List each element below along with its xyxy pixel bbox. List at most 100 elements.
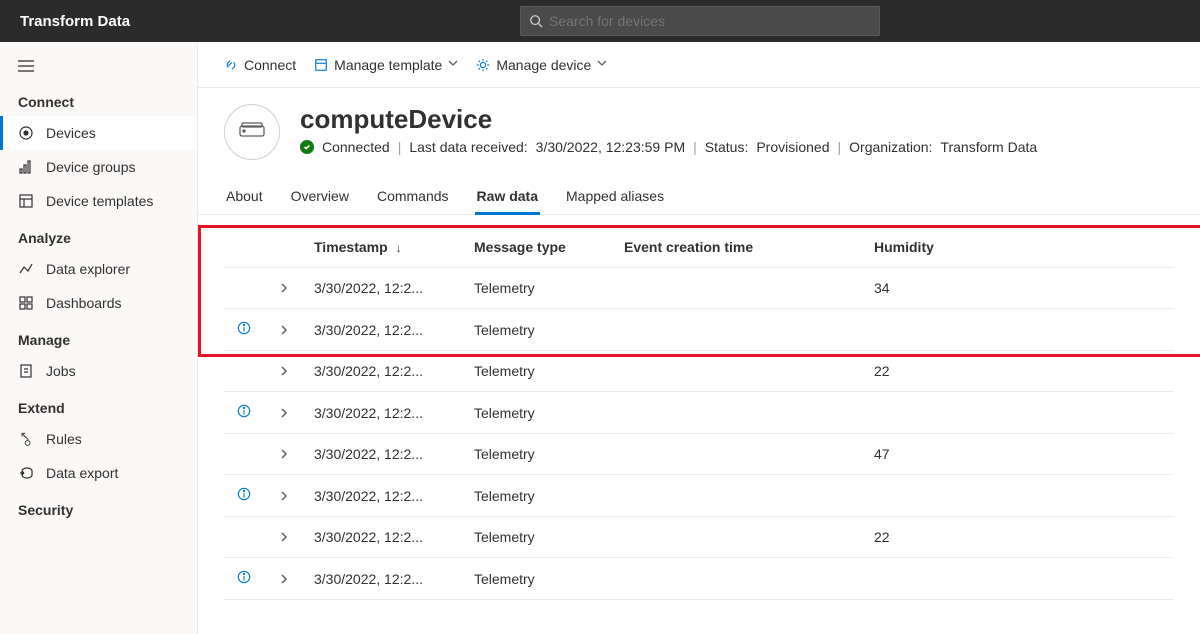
sidebar-item-label: Device groups [46, 159, 136, 175]
table-row[interactable]: 3/30/2022, 12:2...Telemetry [224, 392, 1174, 434]
expand-icon[interactable] [279, 532, 289, 542]
expand-icon[interactable] [279, 449, 289, 459]
app-title: Transform Data [20, 13, 130, 30]
sidebar-item-label: Jobs [46, 363, 76, 379]
cell-humidity: 22 [864, 517, 1174, 558]
status-value: Provisioned [756, 139, 829, 155]
chevron-down-icon [448, 58, 458, 71]
table-wrap: Timestamp ↓ Message type Event creation … [198, 215, 1200, 634]
tab-raw-data[interactable]: Raw data [475, 178, 540, 214]
device-avatar [224, 104, 280, 160]
sidebar-section-title: Analyze [0, 218, 197, 252]
status-label: Status: [705, 139, 749, 155]
table-row[interactable]: 3/30/2022, 12:2...Telemetry [224, 475, 1174, 517]
info-icon[interactable] [237, 404, 251, 418]
divider: | [838, 139, 842, 155]
tab-mapped-aliases[interactable]: Mapped aliases [564, 178, 666, 214]
manage-device-action[interactable]: Manage device [476, 57, 607, 73]
sidebar-item-devices[interactable]: Devices [0, 116, 197, 150]
tab-commands[interactable]: Commands [375, 178, 451, 214]
manage-template-icon [314, 58, 328, 72]
table-row[interactable]: 3/30/2022, 12:2...Telemetry34 [224, 268, 1174, 309]
sidebar-item-label: Dashboards [46, 295, 122, 311]
cell-event-creation [614, 558, 864, 600]
main: Connect Manage template Manage device [198, 42, 1200, 634]
sidebar-item-dashboards[interactable]: Dashboards [0, 286, 197, 320]
col-humidity[interactable]: Humidity [864, 227, 1174, 268]
col-timestamp[interactable]: Timestamp ↓ [304, 227, 464, 268]
status-dot-icon [300, 140, 314, 154]
sidebar-item-label: Data explorer [46, 261, 130, 277]
sidebar-item-data-export[interactable]: Data export [0, 456, 197, 490]
table-row[interactable]: 3/30/2022, 12:2...Telemetry 22 [224, 517, 1174, 558]
manage-template-action[interactable]: Manage template [314, 57, 458, 73]
search-input[interactable] [549, 13, 871, 29]
explorer-icon [18, 261, 34, 277]
cell-message-type: Telemetry [464, 268, 614, 309]
info-icon[interactable] [237, 321, 251, 335]
manage-device-label: Manage device [496, 57, 591, 73]
cell-event-creation [614, 392, 864, 434]
divider: | [398, 139, 402, 155]
cell-humidity [864, 392, 1174, 434]
groups-icon [18, 159, 34, 175]
cell-timestamp: 3/30/2022, 12:2... [304, 392, 464, 434]
search-icon [529, 14, 543, 28]
cell-timestamp: 3/30/2022, 12:2... [304, 434, 464, 475]
org-value: Transform Data [940, 139, 1037, 155]
sidebar-item-rules[interactable]: Rules [0, 422, 197, 456]
search-box[interactable] [520, 6, 880, 36]
hamburger-button[interactable] [0, 50, 197, 82]
cell-timestamp: 3/30/2022, 12:2... [304, 517, 464, 558]
table-row[interactable]: 3/30/2022, 12:2...Telemetry47 [224, 434, 1174, 475]
devices-icon [18, 125, 34, 141]
org-label: Organization: [849, 139, 932, 155]
expand-icon[interactable] [279, 491, 289, 501]
last-data-value: 3/30/2022, 12:23:59 PM [536, 139, 685, 155]
tab-about[interactable]: About [224, 178, 265, 214]
sidebar-item-device-templates[interactable]: Device templates [0, 184, 197, 218]
col-event-creation[interactable]: Event creation time [614, 227, 864, 268]
dashboards-icon [18, 295, 34, 311]
sort-down-icon: ↓ [396, 241, 402, 255]
sidebar-item-jobs[interactable]: Jobs [0, 354, 197, 388]
sidebar-item-label: Device templates [46, 193, 153, 209]
sidebar-item-data-explorer[interactable]: Data explorer [0, 252, 197, 286]
cell-timestamp: 3/30/2022, 12:2... [304, 558, 464, 600]
connect-action[interactable]: Connect [224, 57, 296, 73]
device-icon [239, 122, 265, 143]
sidebar-section-title: Extend [0, 388, 197, 422]
cell-timestamp: 3/30/2022, 12:2... [304, 268, 464, 309]
table-row[interactable]: 3/30/2022, 12:2...Telemetry22 [224, 351, 1174, 392]
col-message-type[interactable]: Message type [464, 227, 614, 268]
expand-icon[interactable] [279, 574, 289, 584]
info-icon[interactable] [237, 487, 251, 501]
action-bar: Connect Manage template Manage device [198, 42, 1200, 88]
expand-icon[interactable] [279, 408, 289, 418]
divider: | [693, 139, 697, 155]
expand-icon[interactable] [279, 366, 289, 376]
cell-message-type: Telemetry [464, 558, 614, 600]
cell-message-type: Telemetry [464, 517, 614, 558]
cell-message-type: Telemetry [464, 434, 614, 475]
expand-icon[interactable] [279, 325, 289, 335]
table-row[interactable]: 3/30/2022, 12:2...Telemetry [224, 309, 1174, 351]
cell-event-creation [614, 434, 864, 475]
cell-event-creation [614, 351, 864, 392]
sidebar-item-device-groups[interactable]: Device groups [0, 150, 197, 184]
cell-timestamp: 3/30/2022, 12:2... [304, 475, 464, 517]
tab-overview[interactable]: Overview [289, 178, 351, 214]
cell-humidity [864, 558, 1174, 600]
chevron-down-icon [597, 58, 607, 71]
expand-icon[interactable] [279, 283, 289, 293]
info-icon[interactable] [237, 570, 251, 584]
tabs: About Overview Commands Raw data Mapped alia… [198, 178, 1200, 215]
table-row[interactable]: 3/30/2022, 12:2...Telemetry [224, 558, 1174, 600]
manage-template-label: Manage template [334, 57, 442, 73]
cell-event-creation [614, 309, 864, 351]
sidebar-section-title: Security [0, 490, 197, 524]
connected-label: Connected [322, 139, 390, 155]
device-name: computeDevice [300, 104, 1037, 135]
sidebar: ConnectDevicesDevice groupsDevice templa… [0, 42, 198, 634]
cell-message-type: Telemetry [464, 475, 614, 517]
